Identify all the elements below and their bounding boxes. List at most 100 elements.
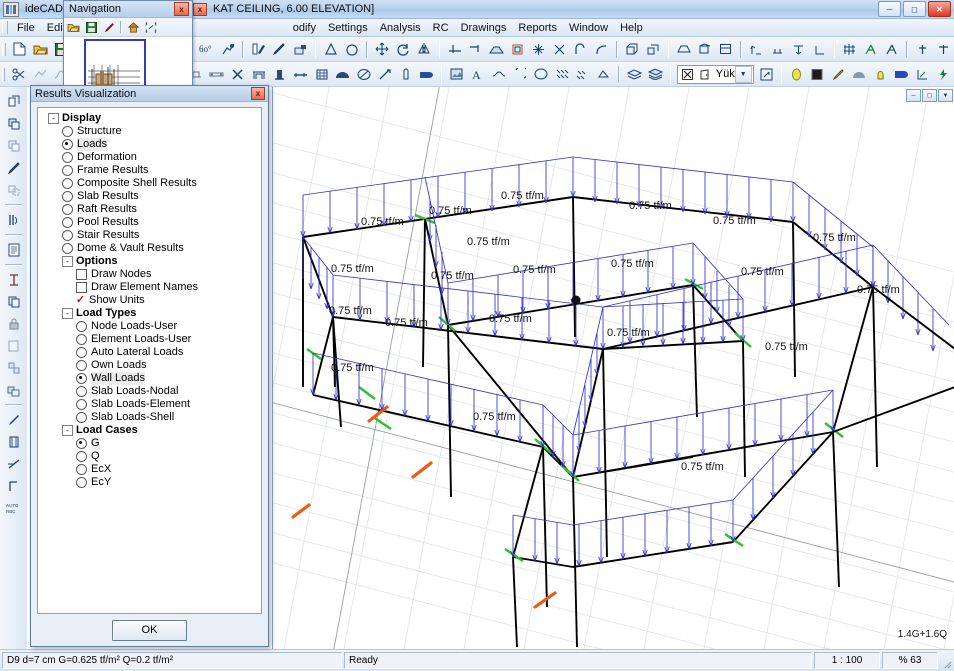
maximize-button[interactable]: ◻: [903, 1, 926, 17]
menu-drawings[interactable]: Drawings: [455, 21, 513, 35]
multi-copy-icon[interactable]: [4, 358, 24, 378]
radio-icon[interactable]: [76, 360, 87, 371]
pan-view-icon[interactable]: [30, 65, 49, 84]
column-detail-icon[interactable]: [4, 432, 24, 452]
corner-icon[interactable]: [4, 476, 24, 496]
tree-item-frame-results[interactable]: Frame Results: [42, 164, 259, 177]
radio-icon[interactable]: [62, 230, 73, 241]
report-page-icon[interactable]: [4, 240, 24, 260]
entity-type-selector[interactable]: Yük ▼: [676, 64, 754, 84]
tree-item-slab-loads-nodal[interactable]: Slab Loads-Nodal: [42, 385, 259, 398]
radio-icon[interactable]: [76, 334, 87, 345]
tree-item-q[interactable]: Q: [42, 450, 259, 463]
close-button[interactable]: ✕: [928, 1, 951, 17]
scissors-icon[interactable]: [9, 65, 28, 84]
tree-item-slab-results[interactable]: Slab Results: [42, 190, 259, 203]
pattern-icon[interactable]: [573, 65, 592, 84]
loft-icon[interactable]: [644, 40, 663, 59]
explode-icon[interactable]: [550, 40, 569, 59]
tree-item-stair-results[interactable]: Stair Results: [42, 229, 259, 242]
dome2-icon[interactable]: [850, 65, 869, 84]
toolbar1-grip[interactable]: [2, 42, 7, 56]
frame-icon[interactable]: [249, 65, 268, 84]
arc-shape-icon[interactable]: [342, 40, 361, 59]
radio-icon[interactable]: [62, 152, 73, 163]
dim-radius-icon[interactable]: [810, 40, 829, 59]
expander-icon[interactable]: -: [62, 308, 73, 319]
radio-icon[interactable]: [62, 191, 73, 202]
check-tick-icon[interactable]: ✓: [76, 295, 85, 306]
dim-ordinate-icon[interactable]: [789, 40, 808, 59]
tree-item-structure[interactable]: Structure: [42, 125, 259, 138]
navigation-close-icon[interactable]: x: [174, 2, 189, 16]
duplicate-icon[interactable]: [4, 180, 24, 200]
wall-icon[interactable]: [291, 65, 310, 84]
cross-icon[interactable]: [228, 65, 247, 84]
block-icon[interactable]: [594, 65, 613, 84]
radio-icon[interactable]: [76, 399, 87, 410]
dome-icon[interactable]: [333, 65, 352, 84]
tree-item-node-loads-user[interactable]: Node Loads-User: [42, 320, 259, 333]
radio-icon[interactable]: [76, 451, 87, 462]
rebar-icon[interactable]: [375, 65, 394, 84]
move-icon[interactable]: [373, 40, 392, 59]
rotate-icon[interactable]: [394, 40, 413, 59]
material-yellow-icon[interactable]: [787, 65, 806, 84]
tree-group-options[interactable]: - Options: [42, 255, 259, 268]
lightning-icon[interactable]: [934, 65, 953, 84]
spline-icon[interactable]: [592, 40, 611, 59]
zoom-extents-icon[interactable]: [143, 19, 159, 35]
structural-model-3d[interactable]: [273, 87, 954, 650]
pen-draw-icon[interactable]: [4, 410, 24, 430]
curve-icon[interactable]: [571, 40, 590, 59]
save-disk-icon[interactable]: [83, 19, 99, 35]
pencil-icon[interactable]: [270, 40, 289, 59]
copy-shape-icon[interactable]: [4, 92, 24, 112]
tree-item-pool-results[interactable]: Pool Results: [42, 216, 259, 229]
tree-item-wall-loads[interactable]: Wall Loads: [42, 372, 259, 385]
menu-modify[interactable]: odify: [287, 21, 322, 35]
extrude-icon[interactable]: [623, 40, 642, 59]
column-icon[interactable]: [270, 65, 289, 84]
node-icon[interactable]: [913, 40, 932, 59]
beam-icon[interactable]: [207, 65, 226, 84]
axis-green-icon[interactable]: [861, 40, 880, 59]
offset-icon[interactable]: [508, 40, 527, 59]
radio-icon[interactable]: [76, 347, 87, 358]
tree-item-deformation[interactable]: Deformation: [42, 151, 259, 164]
navigation-window[interactable]: Navigation x: [63, 0, 193, 90]
checkbox-icon[interactable]: [76, 269, 87, 280]
edit-pen-icon[interactable]: [249, 40, 268, 59]
copy-object-icon[interactable]: [4, 114, 24, 134]
tree-item-element-loads-user[interactable]: Element Loads-User: [42, 333, 259, 346]
radio-selected-icon[interactable]: [76, 438, 87, 449]
material-dark-icon[interactable]: [808, 65, 827, 84]
dim-linear-icon[interactable]: [747, 40, 766, 59]
auto-rc-icon[interactable]: AUTO RBC: [4, 498, 24, 518]
tree-item-show-units[interactable]: ✓ Show Units: [42, 294, 259, 307]
trim-icon[interactable]: [445, 40, 464, 59]
menu-settings[interactable]: Settings: [322, 21, 374, 35]
grid-icon[interactable]: [840, 40, 859, 59]
fillet-cap-icon[interactable]: [487, 40, 506, 59]
menu-reports[interactable]: Reports: [512, 21, 563, 35]
tree-item-auto-lateral-loads[interactable]: Auto Lateral Loads: [42, 346, 259, 359]
radio-selected-icon[interactable]: [76, 373, 87, 384]
beam-section-icon[interactable]: [4, 270, 24, 290]
model-viewport-3d[interactable]: 0.75 tf/m 0.75 tf/m 0.75 tf/m 0.75 tf/m 0.75…: [272, 87, 954, 650]
tree-item-slab-loads-shell[interactable]: Slab Loads-Shell: [42, 411, 259, 424]
radio-icon[interactable]: [62, 243, 73, 254]
tree-item-dome-vault-results[interactable]: Dome & Vault Results: [42, 242, 259, 255]
tree-item-raft-results[interactable]: Raft Results: [42, 203, 259, 216]
results-visualization-dialog[interactable]: Results Visualization x - Display Structur…: [30, 85, 269, 647]
menu-analysis[interactable]: Analysis: [374, 21, 427, 35]
document-system-icon[interactable]: x: [193, 2, 207, 16]
image-icon[interactable]: [447, 65, 466, 84]
pick-entity-icon[interactable]: [757, 65, 776, 84]
array-icon[interactable]: [529, 40, 548, 59]
menu-help[interactable]: Help: [614, 21, 649, 35]
radio-icon[interactable]: [76, 464, 87, 475]
viewport-minimize-button[interactable]: ─: [906, 89, 921, 102]
radio-icon[interactable]: [76, 412, 87, 423]
results-options-tree[interactable]: - Display Structure Loads Deformation Frame R…: [37, 107, 262, 614]
